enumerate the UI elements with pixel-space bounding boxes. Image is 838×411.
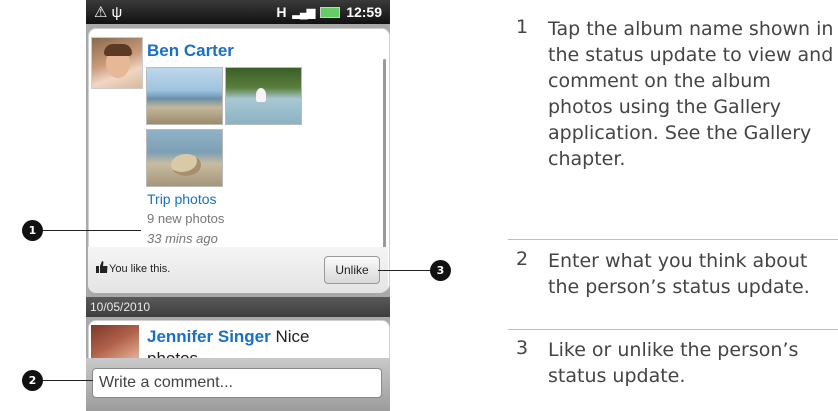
photo-thumbnail[interactable] bbox=[225, 67, 302, 125]
warning-icon: ⚠ bbox=[94, 4, 112, 21]
author-name[interactable]: Jennifer Singer bbox=[147, 327, 271, 346]
legend-divider bbox=[508, 329, 838, 330]
legend-text: Enter what you think about the person’s … bbox=[548, 250, 810, 298]
legend-number: 1 bbox=[516, 16, 529, 38]
timestamp: 33 mins ago bbox=[147, 231, 218, 246]
avatar[interactable] bbox=[91, 37, 143, 89]
like-row: You like this. Unlike bbox=[88, 247, 388, 293]
data-h-icon: H bbox=[276, 4, 287, 20]
status-line: Jennifer Singer Nice bbox=[147, 327, 310, 347]
photo-count: 9 new photos bbox=[147, 211, 225, 226]
comment-bar bbox=[86, 358, 390, 411]
rock-shape bbox=[171, 154, 201, 176]
date-header: 10/05/2010 bbox=[86, 297, 390, 317]
status-text: Nice bbox=[275, 327, 310, 346]
legend-row: 3 Like or unlike the person’s status upd… bbox=[508, 337, 838, 407]
phone-screen: ⚠ψ H ▂▄▆ 12:59 Ben Carter Trip photos 9 … bbox=[86, 0, 390, 411]
legend-number: 2 bbox=[516, 248, 529, 270]
photo-thumbnail[interactable] bbox=[146, 67, 223, 125]
legend-row: 1 Tap the album name shown in the status… bbox=[508, 14, 838, 204]
legend-row: 2 Enter what you think about the person’… bbox=[508, 248, 838, 328]
status-icons-right: H ▂▄▆ 12:59 bbox=[276, 4, 382, 20]
like-status-text: You like this. bbox=[109, 263, 171, 275]
battery-icon bbox=[320, 6, 341, 18]
legend-text: Tap the album name shown in the status u… bbox=[548, 18, 834, 170]
status-time: 12:59 bbox=[346, 4, 382, 20]
callout-line bbox=[43, 380, 93, 381]
comment-input[interactable] bbox=[92, 368, 382, 398]
status-bar: ⚠ψ H ▂▄▆ 12:59 bbox=[86, 0, 390, 24]
usb-icon: ψ bbox=[111, 4, 127, 21]
bird-shape bbox=[256, 88, 266, 102]
author-name[interactable]: Ben Carter bbox=[147, 41, 234, 61]
status-icons-left: ⚠ψ bbox=[94, 3, 126, 21]
callout-2: 2 bbox=[22, 370, 43, 391]
scrollbar[interactable] bbox=[383, 59, 386, 259]
legend-divider bbox=[508, 239, 838, 240]
callout-line bbox=[43, 230, 141, 231]
callout-1: 1 bbox=[22, 220, 43, 241]
album-name-link[interactable]: Trip photos bbox=[147, 191, 217, 207]
legend-number: 3 bbox=[516, 337, 529, 359]
unlike-button[interactable]: Unlike bbox=[324, 256, 380, 284]
avatar-hair bbox=[104, 44, 132, 56]
signal-icon: ▂▄▆ bbox=[292, 6, 315, 19]
thumbs-up-icon bbox=[96, 261, 108, 273]
callout-3: 3 bbox=[430, 260, 451, 281]
photo-thumbnail[interactable] bbox=[146, 129, 223, 187]
legend-text: Like or unlike the person’s status updat… bbox=[548, 339, 799, 387]
callout-line bbox=[378, 270, 430, 271]
